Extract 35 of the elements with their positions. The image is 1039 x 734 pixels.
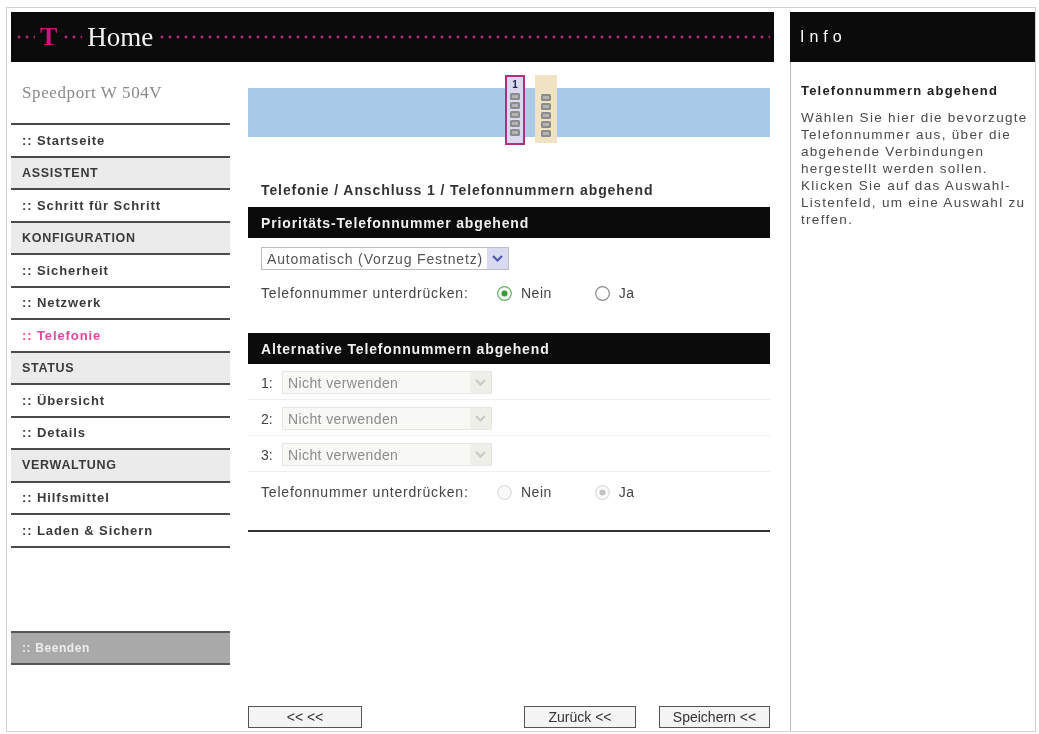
port-tab[interactable]: 1 xyxy=(505,75,525,145)
info-heading: Telefonnummern abgehend xyxy=(801,83,1000,99)
option-label: Nein xyxy=(521,285,552,301)
option-label: Nein xyxy=(521,484,552,500)
panel-title: Info xyxy=(790,12,1035,62)
info-text: Wählen Sie hier die bevorzugte Telefonnummer aus, über die abgehende Verbindungen hergestellt werden sollen. Klicken Sie auf das Auswahl-Listenfeld, um eine Auswahl zu treffen. xyxy=(801,109,1029,228)
section-header: Prioritäts-Telefonnummer abgehend xyxy=(248,207,770,238)
field-label: Telefonnummer unterdrücken: xyxy=(261,484,470,500)
port-tab[interactable] xyxy=(535,75,557,143)
connector-icon xyxy=(541,94,551,138)
sidebar-section-header: VERWALTUNG xyxy=(11,450,230,483)
chevron-down-icon xyxy=(470,408,491,429)
field-label: Telefonnummer unterdrücken: xyxy=(261,285,470,301)
row-number: 1: xyxy=(261,374,274,391)
chevron-down-icon xyxy=(487,248,508,269)
sidebar-section-header: ASSISTENT xyxy=(11,157,230,190)
chevron-down-icon xyxy=(470,372,491,393)
option-label: Ja xyxy=(618,285,635,301)
brand-logo: T xyxy=(40,24,58,50)
radio-button[interactable] xyxy=(497,285,512,301)
radio-button[interactable] xyxy=(594,285,610,301)
row-number: 2: xyxy=(261,410,274,427)
section-header: Alternative Telefonnummern abgehend xyxy=(248,333,770,364)
save-button[interactable]: Speichern << xyxy=(659,706,770,728)
sidebar-section-header: KONFIGURATION xyxy=(11,222,230,255)
breadcrumb: Telefonie / Anschluss 1 / Telefonnummern abgehend xyxy=(260,182,655,198)
option-label: Ja xyxy=(618,484,635,500)
chevron-down-icon xyxy=(470,444,491,465)
dropdown-field[interactable]: Automatisch (Vorzug Festnetz) xyxy=(261,247,509,270)
site-title: Home xyxy=(87,23,154,51)
sidebar-section-header: STATUS xyxy=(11,352,230,385)
connector-icon xyxy=(510,93,520,137)
nav-button[interactable]: << << xyxy=(248,706,362,728)
row-number: 3: xyxy=(261,446,274,463)
back-button[interactable]: Zurück << xyxy=(524,706,636,728)
